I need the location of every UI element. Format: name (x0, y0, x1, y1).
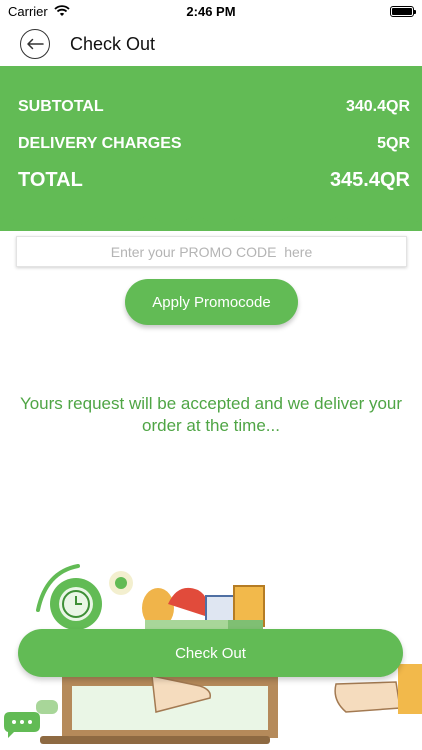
flower-icon (109, 571, 133, 595)
wave-divider (0, 210, 422, 226)
delivery-row: DELIVERY CHARGES 5QR (18, 135, 410, 153)
total-label: TOTAL (18, 169, 83, 191)
clock-icon (50, 578, 102, 630)
acceptance-message: Yours request will be accepted and we de… (19, 394, 403, 435)
apply-promocode-button[interactable]: Apply Promocode (125, 279, 298, 325)
checkout-button[interactable]: Check Out (18, 629, 403, 677)
carrier-label: Carrier (8, 3, 48, 19)
subtotal-value: 340.4QR (345, 98, 410, 115)
delivery-value: 5QR (377, 135, 410, 152)
delivery-label: DELIVERY CHARGES (18, 135, 182, 152)
back-arrow-icon (27, 38, 44, 50)
status-left: Carrier (8, 4, 70, 19)
battery-icon (390, 5, 416, 17)
total-row: TOTAL 345.4QR (18, 169, 410, 192)
status-bar: Carrier 2:46 PM (0, 0, 422, 22)
promo-code-input[interactable] (16, 236, 407, 267)
total-value: 345.4QR (329, 169, 410, 191)
back-button[interactable] (20, 29, 50, 59)
wifi-icon (54, 5, 70, 16)
order-summary-panel: SUBTOTAL 340.4QR DELIVERY CHARGES 5QR TO… (0, 66, 422, 231)
subtotal-label: SUBTOTAL (18, 98, 104, 115)
chat-bubble-icon (4, 700, 58, 738)
page-title: Check Out (70, 33, 156, 54)
nav-bar: Check Out (0, 22, 422, 66)
subtotal-row: SUBTOTAL 340.4QR (18, 98, 410, 116)
